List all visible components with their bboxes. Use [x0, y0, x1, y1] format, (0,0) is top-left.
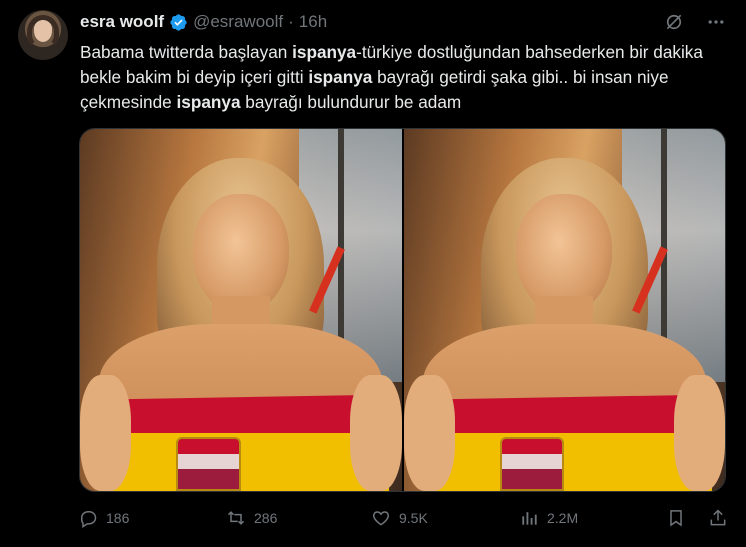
- tweet-photo-2[interactable]: [403, 129, 725, 491]
- author-handle[interactable]: @esrawoolf: [193, 12, 283, 32]
- tweet-text-bold-segment: ispanya: [176, 92, 241, 112]
- top-right-actions: [664, 12, 726, 32]
- tweet-text-segment: bayrağı bulundurur be adam: [240, 92, 462, 112]
- reply-button[interactable]: 186: [78, 508, 129, 528]
- like-button[interactable]: 9.5K: [371, 508, 428, 528]
- share-button[interactable]: [708, 508, 728, 528]
- tweet-photo-1[interactable]: [80, 129, 402, 491]
- action-bar: 186 286 9.5K 2.2M: [78, 508, 730, 534]
- tweet[interactable]: esra woolf @esrawoolf · 16h Babama twitt…: [0, 0, 746, 547]
- tweet-text-bold-segment: ispanya: [292, 42, 357, 62]
- tweet-header: esra woolf @esrawoolf · 16h: [80, 11, 327, 33]
- repost-button[interactable]: 286: [226, 508, 277, 528]
- repost-count: 286: [254, 510, 278, 526]
- coat-of-arms-icon: [499, 436, 565, 491]
- separator-dot: ·: [288, 12, 294, 31]
- verified-badge-icon: [169, 13, 188, 32]
- avatar[interactable]: [18, 10, 68, 60]
- repost-icon: [226, 508, 246, 528]
- bookmark-button[interactable]: [666, 508, 686, 528]
- views-button[interactable]: 2.2M: [519, 508, 578, 528]
- grok-icon[interactable]: [664, 12, 684, 32]
- author-name[interactable]: esra woolf: [80, 12, 164, 32]
- timestamp[interactable]: 16h: [299, 12, 327, 32]
- heart-icon: [371, 508, 391, 528]
- spain-flag-yellow-band: [105, 433, 389, 491]
- tweet-text: Babama twitterda başlayan ispanya-türkiy…: [80, 40, 730, 115]
- avatar-face: [34, 20, 52, 42]
- spain-flag-yellow-band: [429, 433, 713, 491]
- tweet-text-segment: Babama twitterda başlayan: [80, 42, 293, 62]
- media-grid: [79, 128, 726, 492]
- bookmark-icon: [666, 508, 686, 528]
- analytics-icon: [519, 508, 539, 528]
- coat-of-arms-icon: [176, 436, 241, 491]
- reply-icon: [78, 508, 98, 528]
- tweet-text-bold-segment: ispanya: [308, 67, 373, 87]
- reply-count: 186: [106, 510, 130, 526]
- more-options-icon[interactable]: [706, 12, 726, 32]
- share-icon: [708, 508, 728, 528]
- views-count: 2.2M: [547, 510, 579, 526]
- like-count: 9.5K: [399, 510, 428, 526]
